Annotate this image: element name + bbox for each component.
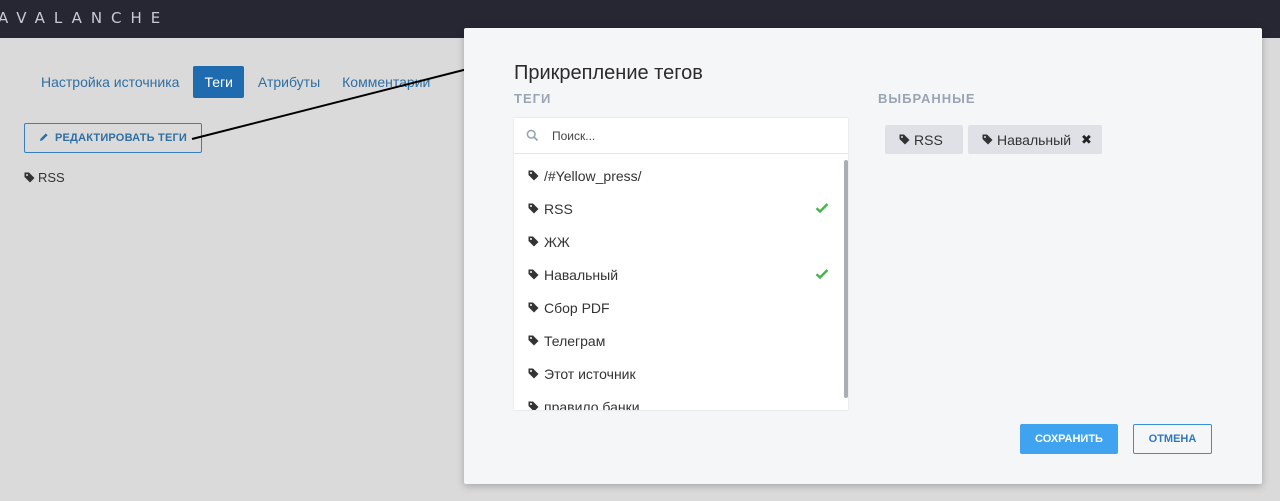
list-item-label: ЖЖ: [544, 233, 570, 250]
check-icon: [815, 267, 829, 283]
list-scrollbar[interactable]: [844, 160, 848, 398]
tag-icon: [528, 401, 539, 410]
list-item[interactable]: Сбор PDF: [514, 291, 848, 324]
tag-list-panel: /#Yellow_press/ RSS ЖЖ Навальный Сбор PD…: [514, 118, 848, 410]
tag-icon: [528, 203, 539, 214]
selected-tag-chip[interactable]: Навальный ✖: [968, 125, 1102, 154]
list-item[interactable]: Навальный: [514, 258, 848, 291]
list-item[interactable]: RSS: [514, 192, 848, 225]
check-icon: [815, 201, 829, 217]
tab-comments[interactable]: Комментарии: [331, 66, 441, 98]
tag-icon: [528, 368, 539, 379]
app-logo[interactable]: AVALANCHE: [0, 9, 169, 27]
tag-icon: [528, 170, 539, 181]
tags-section-label: ТЕГИ: [514, 91, 552, 106]
tab-attributes[interactable]: Атрибуты: [247, 66, 331, 98]
tab-source-settings[interactable]: Настройка источника: [30, 66, 190, 98]
tab-tags[interactable]: Теги: [193, 66, 244, 98]
tag-icon: [982, 134, 993, 145]
list-item[interactable]: ЖЖ: [514, 225, 848, 258]
list-item-label: правило банки: [544, 398, 640, 411]
search-icon: [526, 129, 539, 147]
attached-tag-label: RSS: [38, 170, 65, 185]
edit-tags-label: РЕДАКТИРОВАТЬ ТЕГИ: [54, 132, 188, 144]
tag-icon: [24, 172, 35, 183]
selected-tags: RSS Навальный ✖: [885, 125, 1102, 154]
attached-tag: RSS: [24, 170, 65, 185]
tag-icon: [899, 134, 910, 145]
modal-title: Прикрепление тегов: [514, 62, 703, 84]
list-item[interactable]: Телеграм: [514, 324, 848, 357]
list-item-label: /#Yellow_press/: [544, 167, 642, 184]
list-item-label: Сбор PDF: [544, 299, 610, 316]
selected-section-label: ВЫБРАННЫЕ: [878, 91, 976, 106]
list-item[interactable]: /#Yellow_press/: [514, 159, 848, 192]
list-item-label: Навальный: [544, 266, 619, 283]
edit-tags-button[interactable]: РЕДАКТИРОВАТЬ ТЕГИ: [24, 123, 202, 153]
search-bar: [514, 118, 848, 154]
search-input[interactable]: [552, 127, 832, 145]
tab-bar: Настройка источника Теги Атрибуты Коммен…: [30, 66, 441, 98]
save-button[interactable]: СОХРАНИТЬ: [1020, 424, 1118, 454]
selected-tag-label: Навальный: [997, 131, 1072, 148]
list-item[interactable]: правило банки: [514, 390, 848, 410]
pencil-icon: [39, 132, 49, 145]
list-item-label: RSS: [544, 200, 573, 217]
selected-tag-label: RSS: [914, 131, 943, 148]
tag-icon: [528, 236, 539, 247]
tag-list: /#Yellow_press/ RSS ЖЖ Навальный Сбор PD…: [514, 159, 848, 410]
list-item-label: Этот источник: [544, 365, 636, 382]
tag-icon: [528, 335, 539, 346]
tag-icon: [528, 302, 539, 313]
attach-tags-modal: Прикрепление тегов ТЕГИ ВЫБРАННЫЕ /#Yell…: [464, 28, 1262, 484]
tag-icon: [528, 269, 539, 280]
cancel-button[interactable]: ОТМЕНА: [1133, 424, 1212, 454]
list-item[interactable]: Этот источник: [514, 357, 848, 390]
close-icon[interactable]: ✖: [1081, 132, 1092, 148]
list-item-label: Телеграм: [544, 332, 606, 349]
selected-tag-chip[interactable]: RSS: [885, 125, 963, 154]
